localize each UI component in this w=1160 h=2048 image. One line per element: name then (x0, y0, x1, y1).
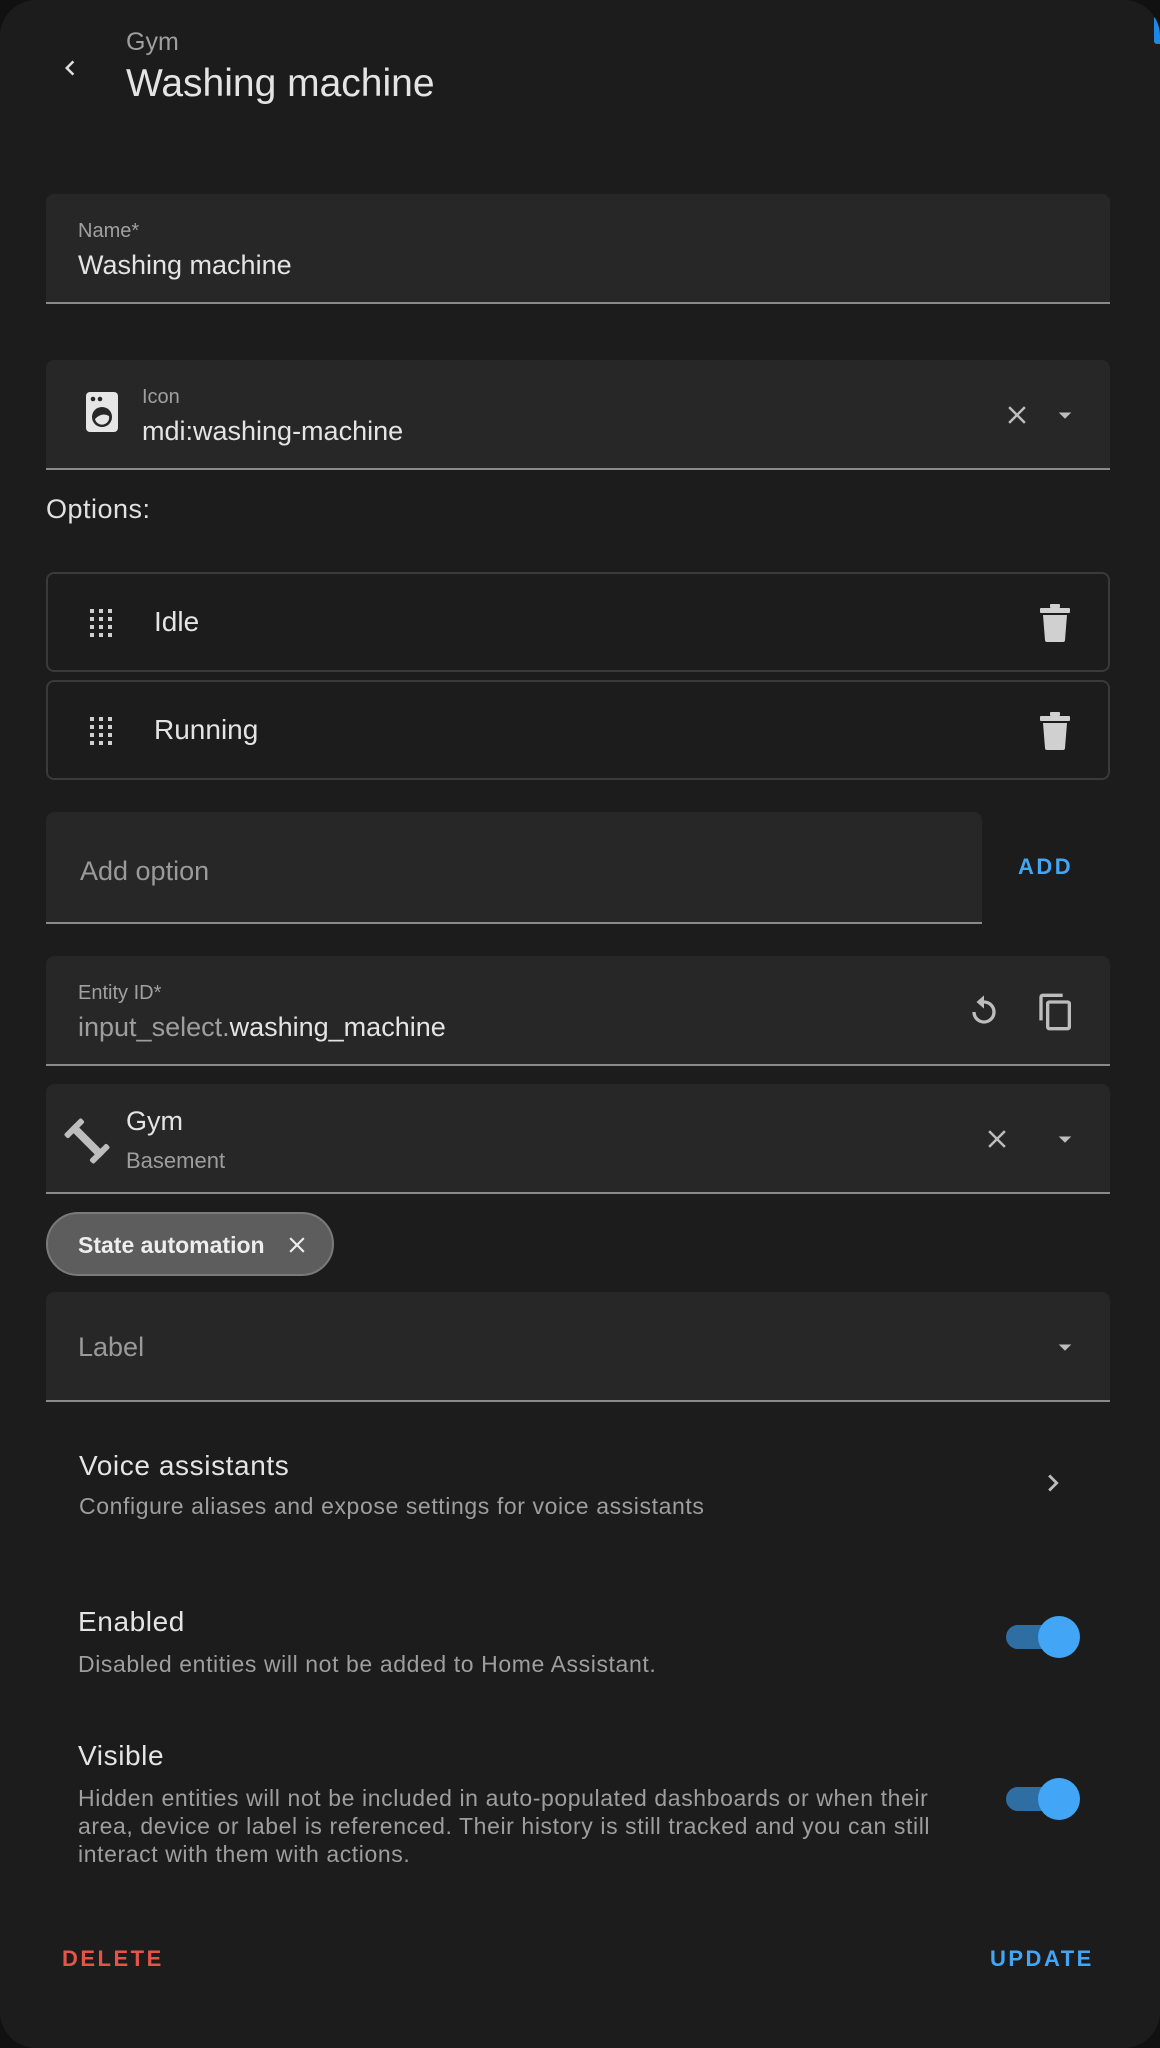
area-floor: Basement (126, 1148, 226, 1173)
clear-icon-button[interactable] (1002, 400, 1032, 435)
visible-toggle[interactable] (1004, 1776, 1080, 1822)
clear-area-button[interactable] (982, 1124, 1012, 1159)
visible-title: Visible (78, 1740, 165, 1771)
drag-handle-icon[interactable] (88, 607, 114, 644)
entity-id-label: Entity ID* (78, 982, 162, 1004)
delete-option-icon[interactable] (1040, 712, 1070, 755)
icon-field-value[interactable]: mdi:washing-machine (142, 416, 403, 447)
voice-assistants-title: Voice assistants (79, 1450, 290, 1481)
option-label: Running (154, 714, 259, 745)
icon-field[interactable]: Icon mdi:washing-machine (46, 360, 1110, 470)
enabled-title: Enabled (78, 1606, 185, 1637)
area-name: Gym (126, 1106, 183, 1136)
add-option-button[interactable]: ADD (1018, 854, 1073, 880)
label-chip-text: State automation (78, 1232, 265, 1258)
delete-button[interactable]: DELETE (62, 1946, 164, 1972)
dialog-title: Washing machine (126, 62, 435, 105)
add-option-input[interactable] (78, 850, 942, 892)
name-field-label: Name* (78, 220, 140, 242)
icon-field-label: Icon (142, 386, 180, 408)
voice-assistants-desc: Configure aliases and expose settings fo… (79, 1493, 705, 1519)
entity-id-object-id: washing_machine (229, 1012, 446, 1042)
edge-accent (1154, 16, 1160, 44)
back-button[interactable] (46, 46, 94, 94)
delete-option-icon[interactable] (1040, 604, 1070, 647)
option-label: Idle (154, 606, 200, 637)
dumbbell-icon (64, 1118, 110, 1169)
name-field-value[interactable]: Washing machine (78, 250, 292, 281)
entity-id-domain-prefix: input_select. (78, 1012, 230, 1042)
remove-label-icon[interactable] (284, 1232, 310, 1263)
update-button[interactable]: UPDATE (990, 1946, 1094, 1972)
label-picker[interactable]: Label (46, 1292, 1110, 1402)
dialog-subtitle: Gym (126, 28, 179, 56)
caret-down-icon[interactable] (1050, 1124, 1080, 1159)
label-picker-placeholder: Label (78, 1332, 145, 1362)
enabled-toggle[interactable] (1004, 1614, 1080, 1660)
name-field[interactable]: Name* Washing machine (46, 194, 1110, 304)
option-row: Idle (46, 572, 1110, 672)
area-picker[interactable]: Gym Basement (46, 1084, 1110, 1194)
toggle-thumb (1038, 1616, 1080, 1658)
entity-settings-dialog: Gym Washing machine Name* Washing machin… (0, 0, 1160, 2048)
copy-icon[interactable] (1036, 992, 1076, 1037)
caret-down-icon[interactable] (1050, 1332, 1080, 1367)
caret-down-icon[interactable] (1050, 400, 1080, 435)
option-row: Running (46, 680, 1110, 780)
add-option-field[interactable] (46, 812, 982, 924)
chevron-left-icon (55, 53, 85, 88)
restore-icon[interactable] (964, 992, 1004, 1037)
toggle-thumb (1038, 1778, 1080, 1820)
entity-id-field[interactable]: Entity ID* input_select.washing_machine (46, 956, 1110, 1066)
label-chip[interactable]: State automation (46, 1212, 334, 1276)
washing-machine-icon (84, 390, 120, 439)
options-label: Options: (46, 494, 151, 524)
visible-desc: Hidden entities will not be included in … (78, 1785, 931, 1867)
enabled-desc: Disabled entities will not be added to H… (78, 1651, 657, 1677)
entity-id-value[interactable]: input_select.washing_machine (78, 1012, 446, 1043)
chevron-right-icon (1036, 1466, 1070, 1505)
drag-handle-icon[interactable] (88, 715, 114, 752)
voice-assistants-item[interactable]: Voice assistants Configure aliases and e… (46, 1430, 1110, 1540)
